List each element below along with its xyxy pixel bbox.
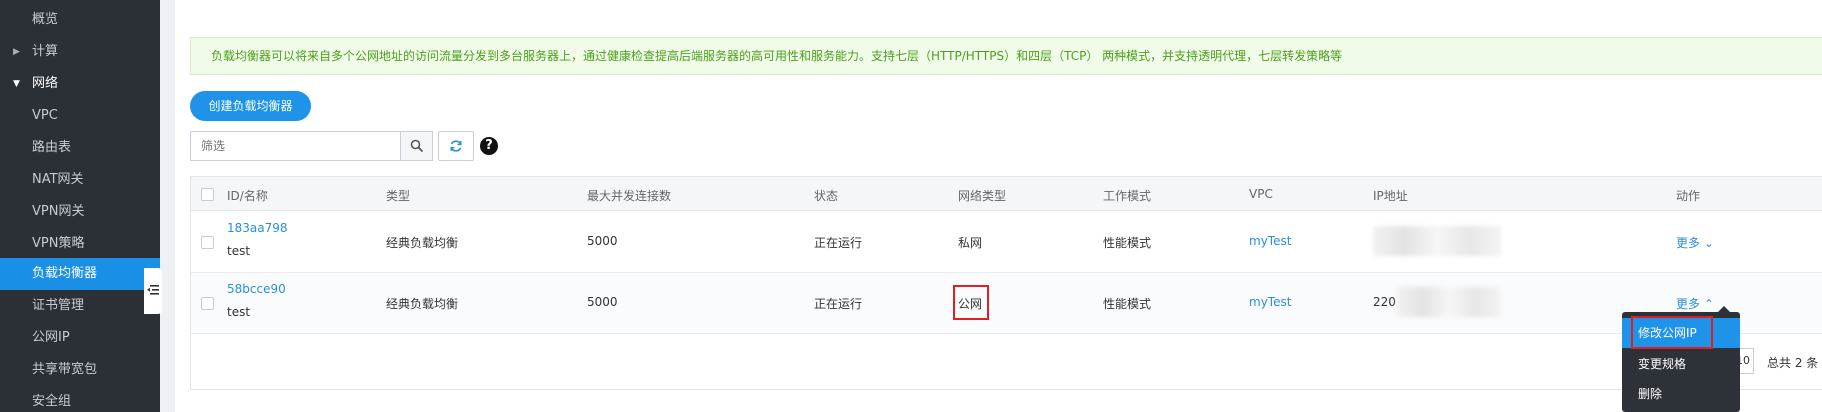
column-header-max-connections: 最大并发连接数 bbox=[587, 189, 672, 203]
lb-max-connections: 5000 bbox=[587, 234, 618, 248]
column-header-vpc: VPC bbox=[1249, 187, 1273, 201]
row-checkbox[interactable] bbox=[201, 297, 214, 310]
table-row: 183aa798 test 经典负载均衡 5000 正在运行 私网 性能模式 m… bbox=[191, 212, 1822, 273]
sidebar-item-shared-bandwidth[interactable]: 共享带宽包 bbox=[0, 354, 160, 386]
sidebar-item-certificate[interactable]: 证书管理 bbox=[0, 290, 160, 322]
sidebar-item-overview[interactable]: 概览 bbox=[0, 4, 160, 36]
column-header-id-name: ID/名称 bbox=[227, 189, 268, 203]
sidebar-item-vpc[interactable]: VPC bbox=[0, 100, 160, 132]
sidebar-item-security-group[interactable]: 安全组 bbox=[0, 386, 160, 412]
table-row: 58bcce90 test 经典负载均衡 5000 正在运行 公网 性能模式 m… bbox=[191, 273, 1822, 334]
lb-work-mode: 性能模式 bbox=[1103, 236, 1152, 250]
highlight-box bbox=[1631, 316, 1713, 349]
more-actions-button[interactable]: 更多 ⌃ bbox=[1676, 295, 1714, 312]
main-panel: 负载均衡器可以将来自多个公网地址的访问流量分发到多台服务器上，通过健康检查提高后… bbox=[175, 0, 1822, 412]
column-header-work-mode: 工作模式 bbox=[1103, 189, 1152, 203]
lb-status: 正在运行 bbox=[814, 297, 863, 311]
column-header-network-type: 网络类型 bbox=[958, 189, 1007, 203]
lb-type: 经典负载均衡 bbox=[386, 236, 459, 250]
more-actions-menu: 修改公网IP 变更规格 删除 bbox=[1622, 306, 1740, 412]
search-button[interactable] bbox=[400, 131, 433, 161]
ip-address-redacted bbox=[1373, 226, 1501, 256]
lb-name: test bbox=[227, 305, 251, 319]
search-icon bbox=[410, 139, 424, 153]
menu-item-delete[interactable]: 删除 bbox=[1622, 379, 1740, 409]
menu-collapse-icon bbox=[147, 285, 159, 295]
column-header-status: 状态 bbox=[814, 189, 839, 203]
lb-max-connections: 5000 bbox=[587, 295, 618, 309]
lb-name: test bbox=[227, 244, 251, 258]
create-load-balancer-button[interactable]: 创建负载均衡器 bbox=[190, 91, 311, 121]
column-header-action: 动作 bbox=[1676, 189, 1701, 203]
lb-ip-address: 220 bbox=[1373, 295, 1396, 309]
sidebar-item-vpn-gateway[interactable]: VPN网关 bbox=[0, 196, 160, 228]
sidebar-item-vpn-policy[interactable]: VPN策略 bbox=[0, 228, 160, 260]
total-count: 总共 2 条 bbox=[1767, 356, 1819, 370]
column-header-type: 类型 bbox=[386, 189, 411, 203]
refresh-button[interactable] bbox=[438, 131, 474, 161]
filter-input[interactable] bbox=[190, 131, 400, 161]
lb-type: 经典负载均衡 bbox=[386, 297, 459, 311]
lb-id-link[interactable]: 183aa798 bbox=[227, 221, 288, 235]
sidebar-item-load-balancer[interactable]: 负载均衡器 bbox=[0, 258, 160, 290]
lb-network-type: 私网 bbox=[958, 236, 983, 250]
ip-address-redacted bbox=[1397, 287, 1501, 317]
chevron-right-icon: ▶ bbox=[13, 47, 20, 57]
lb-vpc-link[interactable]: myTest bbox=[1249, 234, 1291, 248]
help-icon[interactable]: ? bbox=[480, 137, 498, 155]
lb-id-link[interactable]: 58bcce90 bbox=[227, 282, 286, 296]
more-actions-button[interactable]: 更多 ⌄ bbox=[1676, 234, 1714, 251]
load-balancer-table: ID/名称 类型 最大并发连接数 状态 网络类型 工作模式 VPC IP地址 动… bbox=[190, 176, 1822, 390]
menu-item-change-spec[interactable]: 变更规格 bbox=[1622, 349, 1740, 379]
table-header: ID/名称 类型 最大并发连接数 状态 网络类型 工作模式 VPC IP地址 动… bbox=[191, 177, 1822, 211]
lb-status: 正在运行 bbox=[814, 236, 863, 250]
lb-work-mode: 性能模式 bbox=[1103, 297, 1152, 311]
row-checkbox[interactable] bbox=[201, 236, 214, 249]
sidebar-item-route-table[interactable]: 路由表 bbox=[0, 132, 160, 164]
column-header-ip-address: IP地址 bbox=[1373, 189, 1408, 203]
lb-network-type: 公网 bbox=[958, 297, 983, 311]
select-all-checkbox[interactable] bbox=[201, 188, 214, 201]
chevron-down-icon: ▼ bbox=[13, 79, 20, 89]
sidebar-item-public-ip[interactable]: 公网IP bbox=[0, 322, 160, 354]
info-notice: 负载均衡器可以将来自多个公网地址的访问流量分发到多台服务器上，通过健康检查提高后… bbox=[190, 37, 1822, 75]
sidebar: 概览 ▶ 计算 ▼ 网络 VPC 路由表 NAT网关 VPN网关 VPN策略 负载均… bbox=[0, 0, 160, 412]
sidebar-collapse-toggle[interactable] bbox=[144, 268, 162, 314]
sidebar-item-nat-gateway[interactable]: NAT网关 bbox=[0, 164, 160, 196]
lb-vpc-link[interactable]: myTest bbox=[1249, 295, 1291, 309]
sidebar-item-compute[interactable]: ▶ 计算 bbox=[0, 36, 160, 68]
refresh-icon bbox=[450, 140, 462, 152]
sidebar-item-network[interactable]: ▼ 网络 bbox=[0, 68, 160, 100]
